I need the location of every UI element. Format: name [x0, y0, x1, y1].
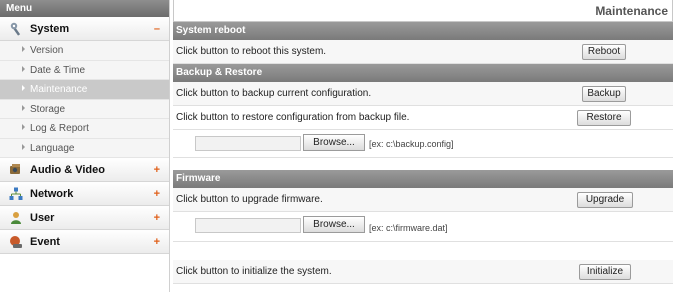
main-content: Maintenance System reboot Click button t… [173, 0, 673, 292]
sidebar-subitem-version[interactable]: Version [0, 41, 169, 61]
triangle-right-icon [22, 85, 25, 91]
camera-icon [10, 164, 20, 174]
restore-browse-button[interactable]: Browse... [303, 134, 365, 151]
sidebar-item-label: Event [30, 236, 60, 248]
sidebar-subitem-label: Version [30, 45, 64, 56]
sidebar-subitem-label: Log & Report [30, 123, 89, 134]
restore-description: Click button to restore configuration fr… [176, 112, 410, 123]
expand-icon[interactable]: + [154, 182, 160, 206]
expand-icon[interactable]: + [154, 206, 160, 230]
restore-file-input[interactable] [195, 136, 301, 151]
sidebar-subitem-label: Date & Time [30, 64, 86, 76]
expand-icon[interactable]: + [154, 158, 160, 182]
sidebar-item-system[interactable]: System – [0, 17, 169, 41]
section-header-system-reboot: System reboot [173, 22, 673, 40]
sidebar-subitem-label: Storage [30, 103, 66, 115]
section-header-firmware: Firmware [173, 170, 673, 188]
backup-row: Click button to backup current configura… [173, 82, 673, 106]
upgrade-button[interactable]: Upgrade [577, 192, 633, 208]
sidebar-subitem-maintenance[interactable]: Maintenance [0, 80, 169, 100]
sidebar-item-label: User [30, 212, 55, 224]
sidebar-item-label: Audio & Video [30, 164, 105, 176]
sidebar-item-audio-video[interactable]: Audio & Video + [0, 158, 169, 182]
collapse-icon[interactable]: – [154, 17, 160, 41]
reboot-description: Click button to reboot this system. [176, 46, 327, 57]
sidebar-subitem-log-report[interactable]: Log & Report [0, 119, 169, 139]
sidebar-subitem-label: Maintenance [30, 84, 88, 95]
sidebar-item-label: Network [30, 188, 74, 200]
firmware-description: Click button to upgrade firmware. [176, 194, 323, 205]
menu-header: Menu [0, 0, 169, 17]
backup-description: Click button to backup current configura… [176, 88, 372, 99]
section-header-backup-restore: Backup & Restore [173, 64, 673, 82]
sidebar-subitem-language[interactable]: Language [0, 138, 169, 158]
user-icon [11, 212, 21, 224]
sidebar-subitem-date-time[interactable]: Date & Time [0, 60, 169, 80]
expand-icon[interactable]: + [154, 230, 160, 254]
sidebar-subitem-label: Language [30, 142, 75, 154]
wrench-icon [10, 22, 21, 36]
sidebar-item-label: System [30, 23, 70, 35]
initialize-row: Click button to initialize the system. I… [173, 260, 673, 284]
triangle-right-icon [22, 104, 25, 111]
firmware-file-hint: [ex: c:\firmware.dat] [369, 223, 448, 233]
restore-file-row: Browse... [ex: c:\backup.config] [173, 130, 673, 158]
backup-button[interactable]: Backup [582, 86, 626, 102]
sidebar-item-network[interactable]: Network + [0, 182, 169, 206]
initialize-button[interactable]: Initialize [579, 264, 631, 280]
restore-row: Click button to restore configuration fr… [173, 106, 673, 130]
restore-button[interactable]: Restore [577, 110, 631, 126]
restore-file-hint: [ex: c:\backup.config] [369, 139, 454, 149]
triangle-right-icon [22, 143, 25, 150]
triangle-right-icon [22, 124, 25, 130]
page-title: Maintenance [173, 0, 673, 22]
firmware-file-row: Browse... [ex: c:\firmware.dat] [173, 212, 673, 242]
section-spacer [173, 158, 673, 170]
triangle-right-icon [22, 46, 25, 52]
reboot-button[interactable]: Reboot [582, 44, 626, 60]
initialize-description: Click button to initialize the system. [176, 266, 332, 277]
sidebar-item-user[interactable]: User + [0, 206, 169, 230]
event-icon [10, 236, 22, 248]
network-icon [9, 187, 23, 200]
triangle-right-icon [22, 65, 25, 72]
reboot-row: Click button to reboot this system. Rebo… [173, 40, 673, 64]
firmware-row: Click button to upgrade firmware. Upgrad… [173, 188, 673, 212]
sidebar-menu: Menu System – Version Date & Time Mainte… [0, 0, 170, 292]
section-spacer [173, 242, 673, 260]
sidebar-item-event[interactable]: Event + [0, 230, 169, 254]
firmware-file-input[interactable] [195, 218, 301, 233]
sidebar-subitem-storage[interactable]: Storage [0, 99, 169, 119]
firmware-browse-button[interactable]: Browse... [303, 216, 365, 233]
